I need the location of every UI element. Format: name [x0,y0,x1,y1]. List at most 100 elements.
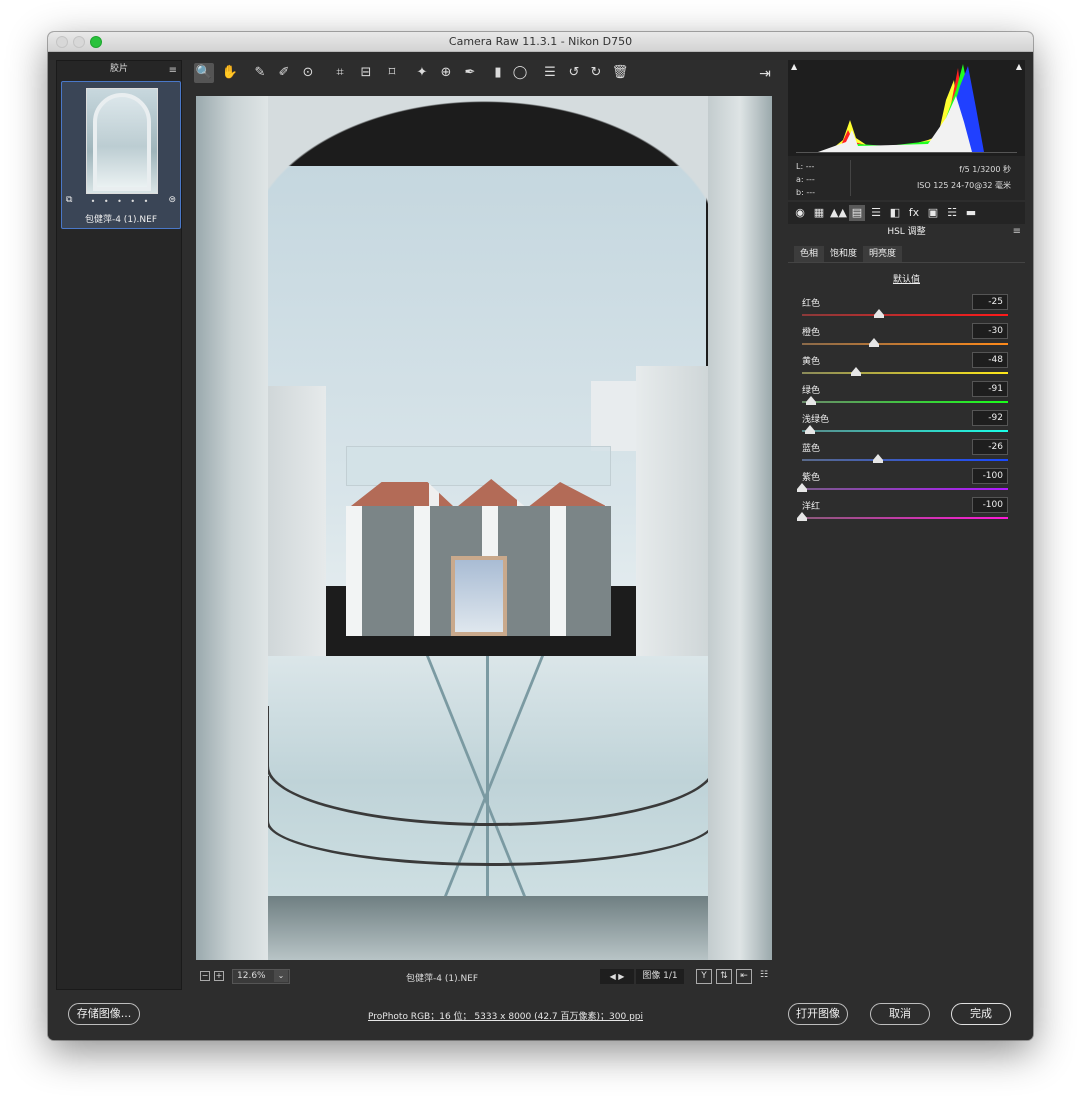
hsl-slider-row: 紫色 -100 [797,468,1008,497]
hsl-tab-icon[interactable]: ▤ [849,205,865,221]
calibration-tab-icon[interactable]: ▣ [925,205,941,221]
iso-lens-readout: ISO 125 24-70@32 毫米 [916,181,1011,190]
subtab-divider [788,262,1025,263]
histogram-graph [796,64,1017,153]
hand-tool-icon[interactable]: ✋ [220,63,240,83]
slider-value-input[interactable]: -48 [972,352,1008,368]
histogram-baseline [796,152,1017,153]
done-button[interactable]: 完成 [951,1003,1011,1025]
slider-track[interactable] [802,401,1008,403]
basic-tab-icon[interactable]: ◉ [792,205,808,221]
slider-track[interactable] [802,517,1008,519]
slider-value-input[interactable]: -91 [972,381,1008,397]
chevron-down-icon[interactable]: ⌄ [274,970,288,982]
slider-thumb[interactable] [797,483,807,492]
spot-removal-tool-icon[interactable]: ✦ [412,63,432,83]
slider-thumb[interactable] [874,309,885,318]
maximize-window-button[interactable] [90,36,102,48]
window-title: Camera Raw 11.3.1 - Nikon D750 [448,35,633,48]
info-divider [850,160,851,196]
trash-tool-icon[interactable]: 🗑 [610,63,630,83]
preview-fountain [451,556,507,636]
filmstrip-menu-icon[interactable]: ≡ [169,63,177,79]
lab-l-readout: L: --- [796,162,815,171]
default-values-link[interactable]: 默认值 [788,272,1025,285]
slider-track[interactable] [802,314,1008,316]
toggle-settings-icon[interactable]: ☷ [756,969,772,984]
zoom-in-button[interactable]: + [214,971,224,981]
panel-menu-icon[interactable]: ≡ [1013,224,1021,240]
slider-value-input[interactable]: -100 [972,497,1008,513]
lab-b-readout: b: --- [796,188,815,197]
subtab-hue[interactable]: 色相 [794,246,825,262]
minimize-window-button[interactable] [73,36,85,48]
filmstrip-header: 胶片 ≡ [57,61,181,77]
transform-tool-icon[interactable]: ⌑ [382,63,402,83]
slider-thumb[interactable] [869,338,880,347]
radial-filter-tool-icon[interactable]: ◯ [510,63,530,83]
slider-label: 红色 [802,299,821,309]
slider-thumb[interactable] [805,425,816,434]
crop-tool-icon[interactable]: ⌗ [330,63,350,83]
preferences-tool-icon[interactable]: ☰ [540,63,560,83]
workflow-options-link[interactable]: ProPhoto RGB；16 位； 5333 x 8000 (42.7 百万像… [368,1009,643,1022]
snapshots-tab-icon[interactable]: ▬ [963,205,979,221]
slider-track[interactable] [802,459,1008,461]
thumbnail-filename: 包健萍-4 (1).NEF [84,215,158,225]
close-window-button[interactable] [56,36,68,48]
effects-tab-icon[interactable]: fx [906,205,922,221]
zoom-out-button[interactable]: − [200,971,210,981]
slider-thumb[interactable] [806,396,817,405]
adjustment-brush-tool-icon[interactable]: ✒ [460,63,480,83]
edited-icon: ⊜ [168,195,176,205]
bottom-bar: 存储图像... ProPhoto RGB；16 位； 5333 x 8000 (… [48,994,1033,1040]
slider-value-input[interactable]: -30 [972,323,1008,339]
rotate-right-tool-icon[interactable]: ↻ [586,63,606,83]
split-toning-tab-icon[interactable]: ☰ [868,205,884,221]
cancel-button[interactable]: 取消 [870,1003,930,1025]
red-eye-tool-icon[interactable]: ⊕ [436,63,456,83]
subtab-luminance[interactable]: 明亮度 [863,246,903,262]
slider-value-input[interactable]: -25 [972,294,1008,310]
preview-status-bar: − + 12.6% ⌄ 包健萍-4 (1).NEF ◀ ▶ 图像 1/1 Y ⇅… [196,966,772,988]
swap-settings-icon[interactable]: ⇅ [716,969,732,984]
slider-track[interactable] [802,372,1008,374]
slider-label: 黄色 [802,357,821,367]
rating-dots[interactable]: • • • • • [62,197,180,206]
white-balance-tool-icon[interactable]: ✎ [250,63,270,83]
slider-track[interactable] [802,430,1008,432]
histogram: ▲ ▲ [788,60,1025,156]
slider-track[interactable] [802,488,1008,490]
image-nav-arrows[interactable]: ◀ ▶ [600,969,634,984]
open-image-button[interactable]: 打开图像 [788,1003,848,1025]
presets-tab-icon[interactable]: ☵ [944,205,960,221]
slider-thumb[interactable] [797,512,807,521]
lens-corrections-tab-icon[interactable]: ◧ [887,205,903,221]
slider-value-input[interactable]: -26 [972,439,1008,455]
slider-track[interactable] [802,343,1008,345]
graduated-filter-tool-icon[interactable]: ▮ [488,63,508,83]
detail-tab-icon[interactable]: ▲▲ [830,205,847,221]
color-sampler-tool-icon[interactable]: ✐ [274,63,294,83]
targeted-adjustment-tool-icon[interactable]: ⊙ [298,63,318,83]
slider-value-input[interactable]: -100 [972,468,1008,484]
zoom-tool-icon[interactable]: 🔍 [194,63,214,83]
subtab-saturation[interactable]: 饱和度 [824,246,864,262]
rotate-left-tool-icon[interactable]: ↺ [564,63,584,83]
slider-thumb[interactable] [850,367,861,376]
image-counter: 图像 1/1 [636,969,684,984]
before-after-icon[interactable]: Y [696,969,712,984]
copy-settings-icon[interactable]: ⇤ [736,969,752,984]
save-image-button[interactable]: 存储图像... [68,1003,140,1025]
preview-building-left [266,386,326,686]
fullscreen-toggle-icon[interactable]: ⇥ [755,64,775,84]
preview-arch [196,96,772,226]
image-preview[interactable] [196,96,772,960]
slider-thumb[interactable] [873,454,884,463]
filmstrip-thumbnail[interactable]: ⧉ • • • • • ⊜ 包健萍-4 (1).NEF [61,81,181,229]
tone-curve-tab-icon[interactable]: ▦ [811,205,827,221]
lab-a-readout: a: --- [796,175,815,184]
slider-value-input[interactable]: -92 [972,410,1008,426]
preview-pillar-left [196,96,268,960]
straighten-tool-icon[interactable]: ⊟ [356,63,376,83]
